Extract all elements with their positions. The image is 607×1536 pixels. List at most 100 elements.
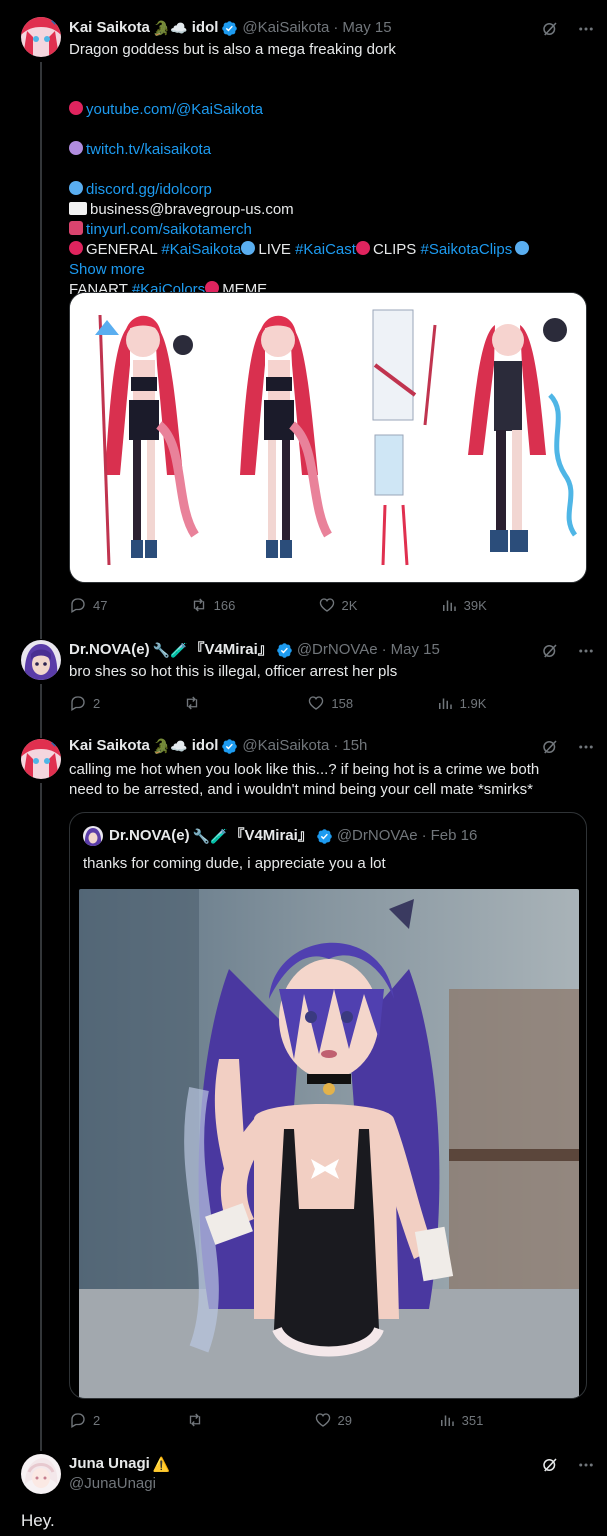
tweet-header: Dr.NOVA(e) 🔧🧪 『V4Mirai』 @DrNOVAe · May 1… xyxy=(69,640,440,660)
nova-avatar[interactable] xyxy=(21,640,61,680)
display-name[interactable]: Juna Unagi xyxy=(69,1454,150,1474)
red-circle-icon xyxy=(69,101,83,115)
handle[interactable]: @KaiSaikota xyxy=(242,18,329,38)
views-button[interactable]: 1.9K xyxy=(436,694,486,712)
analytics-icon xyxy=(440,1415,454,1426)
thread-line xyxy=(40,626,42,639)
hashtag[interactable]: #SaikotaClips xyxy=(420,241,512,258)
kai-avatar[interactable] xyxy=(21,739,61,779)
business-email: business@bravegroup-us.com xyxy=(90,201,294,218)
tweet-actions: 47 166 2K 39K xyxy=(69,596,587,614)
reply-button[interactable]: 2 xyxy=(69,694,100,712)
thread-line xyxy=(40,1439,42,1451)
like-button[interactable]: 158 xyxy=(307,694,353,712)
like-button[interactable]: 29 xyxy=(314,1411,352,1429)
timestamp[interactable]: 15h xyxy=(342,736,367,756)
analytics-icon xyxy=(438,698,452,709)
grok-icon[interactable] xyxy=(541,642,559,660)
verified-badge-icon xyxy=(222,738,238,754)
display-name[interactable]: Kai Saikota xyxy=(69,18,150,38)
analytics-icon xyxy=(442,600,456,611)
heart-icon xyxy=(319,598,334,612)
juna-avatar[interactable] xyxy=(21,1454,61,1494)
name-tag: 『V4Mirai』 xyxy=(189,641,273,658)
name-emoji: 🔧🧪 xyxy=(152,642,188,658)
retweet-button[interactable]: 166 xyxy=(190,596,235,614)
warning-icon: ⚠️ xyxy=(152,1456,171,1472)
blue-heart-icon xyxy=(515,241,530,255)
show-more-link[interactable]: Show more xyxy=(69,260,145,280)
display-name: Dr.NOVA(e) xyxy=(109,827,190,844)
display-name[interactable]: Dr.NOVA(e) xyxy=(69,640,150,660)
quote-text: thanks for coming dude, i appreciate you… xyxy=(83,855,386,872)
views-button[interactable]: 39K xyxy=(440,596,487,614)
quote-image[interactable] xyxy=(79,889,579,1398)
tweet-text: Hey. xyxy=(21,1511,55,1530)
handle[interactable]: @KaiSaikota xyxy=(242,736,329,756)
tweet-kai-main[interactable]: Kai Saikota 🐊☁️ idol @KaiSaikota · May 1… xyxy=(0,0,607,626)
retweet-icon xyxy=(189,1413,201,1427)
display-name[interactable]: Kai Saikota xyxy=(69,736,150,756)
timestamp[interactable]: May 15 xyxy=(391,640,440,660)
retweet-icon xyxy=(193,598,204,612)
verified-badge-icon xyxy=(222,20,238,36)
tweet-text: bro shes so hot this is illegal, officer… xyxy=(69,663,398,680)
hashtag[interactable]: #KaiCast xyxy=(295,241,356,258)
more-icon[interactable] xyxy=(577,738,595,756)
nova-small-avatar xyxy=(83,826,103,846)
tweet-corner-actions xyxy=(541,642,595,660)
verified-badge-icon xyxy=(317,828,332,844)
thread-line xyxy=(40,731,42,738)
reply-button[interactable]: 2 xyxy=(69,1411,100,1429)
heart-icon xyxy=(315,1413,330,1427)
purple-circle-icon xyxy=(69,141,83,155)
thread-line xyxy=(40,783,42,1439)
quote-tweet[interactable]: Dr.NOVA(e) 🔧🧪 『V4Mirai』 @DrNOVAe · Feb 1… xyxy=(69,812,587,1399)
tweet-kai-reply[interactable]: Kai Saikota 🐊☁️ idol @KaiSaikota · 15h c… xyxy=(0,731,607,1439)
thread-line xyxy=(40,62,42,626)
reply-icon xyxy=(71,598,85,613)
retweet-icon xyxy=(186,696,197,710)
more-icon[interactable] xyxy=(577,642,595,660)
grok-icon[interactable] xyxy=(541,20,559,38)
grok-icon[interactable] xyxy=(541,1456,559,1474)
kai-avatar[interactable] xyxy=(21,17,61,57)
hashtag[interactable]: #KaiSaikota xyxy=(161,241,241,258)
tweet-actions: 2 29 351 xyxy=(69,1411,587,1429)
timestamp[interactable]: May 15 xyxy=(342,18,391,38)
handle-row: @JunaUnagi xyxy=(69,1474,156,1494)
name-tag: idol xyxy=(191,19,219,36)
retweet-button[interactable] xyxy=(183,694,225,712)
grok-icon[interactable] xyxy=(541,738,559,756)
tweet-header: Juna Unagi ⚠️ xyxy=(69,1454,170,1474)
tweet-header: Kai Saikota 🐊☁️ idol @KaiSaikota · 15h xyxy=(69,736,368,756)
name-emoji: 🐊☁️ xyxy=(152,738,188,754)
tweet-corner-actions xyxy=(541,20,595,38)
tweet-juna[interactable]: Juna Unagi ⚠️ @JunaUnagi Hey. xyxy=(0,1439,607,1536)
heart-icon xyxy=(309,696,324,710)
retweet-button[interactable] xyxy=(186,1411,228,1429)
name-emoji: 🔧🧪 xyxy=(192,828,228,844)
handle: @DrNOVAe xyxy=(336,827,418,844)
thread-line xyxy=(40,684,42,731)
name-tag: 『V4Mirai』 xyxy=(229,827,313,844)
views-button[interactable]: 351 xyxy=(438,1411,483,1429)
tweet-corner-actions xyxy=(541,738,595,756)
link-item[interactable]: twitch.tv/kaisaikota xyxy=(69,140,263,160)
tweet-nova-reply[interactable]: Dr.NOVA(e) 🔧🧪 『V4Mirai』 @DrNOVAe · May 1… xyxy=(0,626,607,731)
like-button[interactable]: 2K xyxy=(318,596,357,614)
reply-button[interactable]: 47 xyxy=(69,596,107,614)
more-icon[interactable] xyxy=(577,20,595,38)
red-heart-icon xyxy=(69,241,83,255)
tweet-corner-actions xyxy=(541,1456,595,1474)
reply-icon xyxy=(71,1413,85,1428)
tweet-actions: 2 158 1.9K xyxy=(69,694,587,712)
tweet-header: Kai Saikota 🐊☁️ idol @KaiSaikota · May 1… xyxy=(69,18,392,38)
bio-text: Dragon goddess but is also a mega freaki… xyxy=(69,41,396,58)
business-line: business@bravegroup-us.com xyxy=(69,180,294,220)
handle[interactable]: @DrNOVAe xyxy=(297,640,378,660)
handle[interactable]: @JunaUnagi xyxy=(69,1474,156,1494)
character-sheet-image[interactable] xyxy=(69,292,587,583)
more-icon[interactable] xyxy=(577,1456,595,1474)
link-item[interactable]: youtube.com/@KaiSaikota xyxy=(69,100,263,120)
